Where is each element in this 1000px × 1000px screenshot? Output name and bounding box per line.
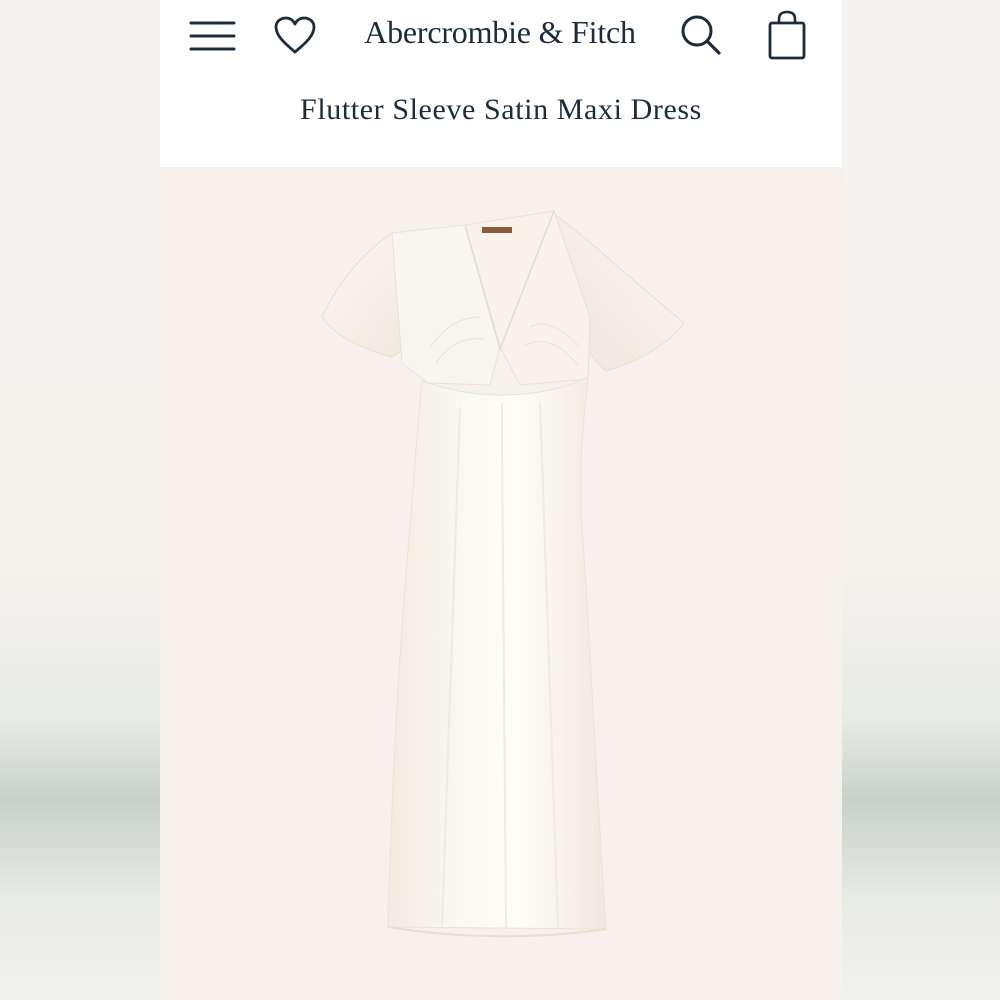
dress-image (321, 210, 685, 938)
hamburger-menu-icon (189, 21, 236, 51)
wishlist-button[interactable] (270, 12, 320, 60)
heart-icon (274, 16, 316, 54)
shopping-bag-button[interactable] (762, 8, 812, 62)
search-button[interactable] (676, 10, 726, 60)
product-image[interactable] (160, 167, 842, 1000)
product-title: Flutter Sleeve Satin Maxi Dress (300, 93, 702, 126)
mobile-screen: Abercrombie & Fitch Flutter Sleeve Satin… (160, 0, 842, 1000)
shopping-bag-icon (768, 10, 806, 60)
background-blur-right (842, 0, 1000, 1000)
brand-logo[interactable]: Abercrombie & Fitch (350, 10, 650, 54)
search-icon (681, 15, 721, 55)
site-header: Abercrombie & Fitch Flutter Sleeve Satin… (160, 0, 842, 167)
menu-button[interactable] (186, 12, 238, 60)
background-blur-left (0, 0, 160, 1000)
